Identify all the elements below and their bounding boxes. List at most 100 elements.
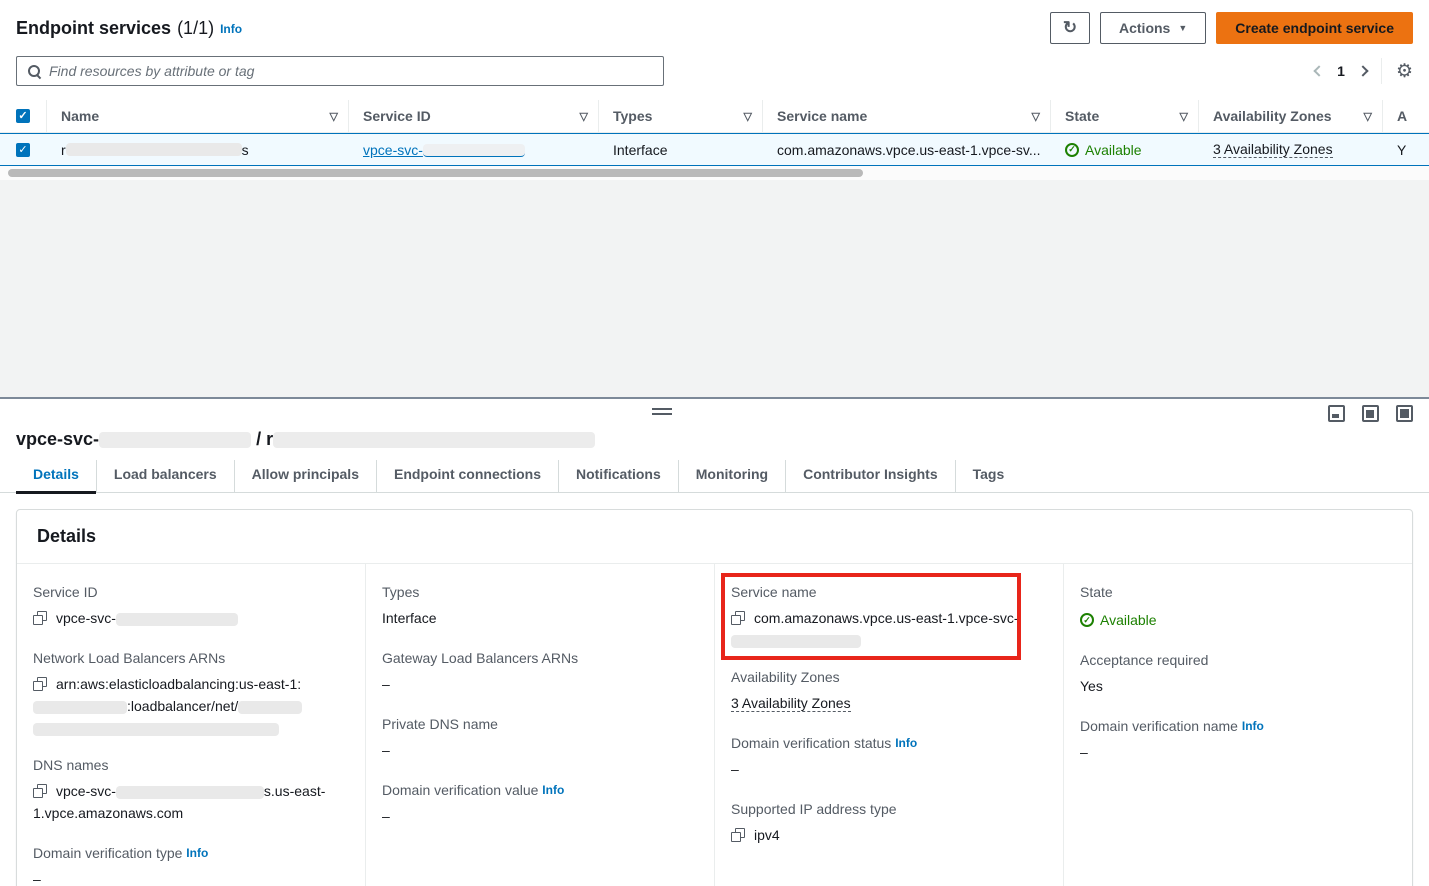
field-label: Availability Zones bbox=[731, 669, 1039, 685]
field-label: Types bbox=[382, 584, 690, 600]
search-input[interactable] bbox=[49, 63, 653, 79]
horizontal-scrollbar bbox=[0, 166, 1429, 180]
copy-icon[interactable] bbox=[33, 677, 47, 691]
resource-count: (1/1) bbox=[177, 18, 214, 39]
field-domain-verification-name: Domain verification name Info – bbox=[1080, 718, 1388, 763]
tab-details[interactable]: Details bbox=[16, 460, 96, 492]
field-label-text: Domain verification type bbox=[33, 845, 182, 861]
row-service-name-cell: com.amazonaws.vpce.us-east-1.vpce-sv... bbox=[762, 134, 1050, 165]
row-availability-zones-cell: 3 Availability Zones bbox=[1198, 134, 1382, 165]
tab-contributor-insights[interactable]: Contributor Insights bbox=[785, 460, 955, 492]
search-box[interactable] bbox=[16, 56, 664, 86]
panel-size-medium-icon[interactable] bbox=[1362, 405, 1379, 422]
previous-page-icon[interactable] bbox=[1313, 65, 1324, 76]
empty-value: – bbox=[382, 673, 690, 695]
tab-tags[interactable]: Tags bbox=[955, 460, 1022, 492]
filter-icon[interactable]: ▽ bbox=[1364, 110, 1372, 123]
column-label-name: Name bbox=[61, 108, 99, 124]
tab-endpoint-connections[interactable]: Endpoint connections bbox=[376, 460, 558, 492]
table-row[interactable]: ✓ rs vpce-svc- Interface com.amazonaws.v… bbox=[0, 133, 1429, 166]
copy-icon[interactable] bbox=[731, 828, 745, 842]
field-state: State ✓ Available bbox=[1080, 584, 1388, 631]
panel-size-small-icon[interactable] bbox=[1328, 405, 1345, 422]
empty-value: – bbox=[382, 739, 690, 761]
create-endpoint-service-button[interactable]: Create endpoint service bbox=[1216, 12, 1413, 44]
redacted-text bbox=[66, 143, 242, 156]
column-label-state: State bbox=[1065, 108, 1099, 124]
row-checkbox[interactable]: ✓ bbox=[16, 143, 30, 157]
info-link[interactable]: Info bbox=[542, 783, 564, 797]
tab-monitoring[interactable]: Monitoring bbox=[678, 460, 785, 492]
field-service-id: Service ID vpce-svc- bbox=[33, 584, 341, 629]
row-service-id-cell: vpce-svc- bbox=[348, 134, 598, 165]
table-body: ✓ rs vpce-svc- Interface com.amazonaws.v… bbox=[0, 133, 1429, 166]
row-service-name-value: com.amazonaws.vpce.us-east-1.vpce-sv... bbox=[777, 142, 1041, 158]
row-acceptance-cell: Y bbox=[1382, 134, 1429, 165]
endpoint-services-table: ✓ Name ▽ Service ID ▽ Types ▽ Service na… bbox=[0, 100, 1429, 180]
panel-size-large-icon[interactable] bbox=[1396, 405, 1413, 422]
ip-type-value: ipv4 bbox=[754, 827, 780, 843]
split-panel: vpce-svc- / r Details Load balancers All… bbox=[0, 397, 1429, 886]
service-name-text: com.amazonaws.vpce.us-east-1.vpce-svc- bbox=[754, 610, 1019, 626]
field-availability-zones: Availability Zones 3 Availability Zones bbox=[731, 669, 1039, 714]
field-private-dns-name: Private DNS name – bbox=[382, 716, 690, 761]
column-header-availability-zones: Availability Zones ▽ bbox=[1198, 100, 1382, 132]
preferences-gear-icon[interactable]: ⚙ bbox=[1396, 62, 1413, 81]
service-id-value: vpce-svc- bbox=[56, 610, 116, 626]
types-value: Interface bbox=[382, 607, 690, 629]
service-id-link[interactable]: vpce-svc- bbox=[363, 142, 525, 158]
selected-service-title: vpce-svc- / r bbox=[16, 429, 1429, 450]
select-all-checkbox[interactable]: ✓ bbox=[16, 109, 30, 123]
copy-icon[interactable] bbox=[33, 611, 47, 625]
details-card: Details Service ID vpce-svc- Network Loa… bbox=[16, 509, 1413, 886]
field-label: Domain verification type Info bbox=[33, 845, 341, 861]
horizontal-scrollbar-thumb[interactable] bbox=[8, 169, 863, 177]
filter-icon[interactable]: ▽ bbox=[1180, 110, 1188, 123]
copy-icon[interactable] bbox=[33, 784, 47, 798]
content-background bbox=[0, 180, 1429, 397]
column-label-types: Types bbox=[613, 108, 652, 124]
field-label: Supported IP address type bbox=[731, 801, 1039, 817]
availability-zones-popover-link[interactable]: 3 Availability Zones bbox=[1213, 141, 1333, 158]
filter-icon[interactable]: ▽ bbox=[330, 110, 338, 123]
actions-button[interactable]: Actions ▼ bbox=[1100, 12, 1206, 44]
field-label-text: Domain verification name bbox=[1080, 718, 1238, 734]
row-name-start: r bbox=[61, 142, 66, 158]
dns-text: s.us-east- bbox=[264, 783, 325, 799]
field-label: Service ID bbox=[33, 584, 341, 600]
info-link[interactable]: Info bbox=[895, 736, 917, 750]
tab-load-balancers[interactable]: Load balancers bbox=[96, 460, 234, 492]
row-state-cell: ✓ Available bbox=[1050, 134, 1198, 165]
title-info-link[interactable]: Info bbox=[220, 22, 242, 36]
field-label: State bbox=[1080, 584, 1388, 600]
field-label: Gateway Load Balancers ARNs bbox=[382, 650, 690, 666]
next-page-icon[interactable] bbox=[1357, 65, 1368, 76]
table-header-row: ✓ Name ▽ Service ID ▽ Types ▽ Service na… bbox=[0, 100, 1429, 133]
search-icon bbox=[27, 64, 41, 78]
empty-value: – bbox=[33, 868, 341, 886]
info-link[interactable]: Info bbox=[1242, 719, 1264, 733]
filter-icon[interactable]: ▽ bbox=[580, 110, 588, 123]
tab-allow-principals[interactable]: Allow principals bbox=[234, 460, 376, 492]
field-acceptance-required: Acceptance required Yes bbox=[1080, 652, 1388, 697]
copy-icon[interactable] bbox=[731, 611, 745, 625]
availability-zones-popover-link[interactable]: 3 Availability Zones bbox=[731, 695, 851, 712]
field-label: Network Load Balancers ARNs bbox=[33, 650, 341, 666]
field-label: Domain verification status Info bbox=[731, 735, 1039, 751]
filter-icon[interactable]: ▽ bbox=[1032, 110, 1040, 123]
info-link[interactable]: Info bbox=[186, 846, 208, 860]
filter-icon[interactable]: ▽ bbox=[744, 110, 752, 123]
tab-notifications[interactable]: Notifications bbox=[558, 460, 678, 492]
page-title-text: Endpoint services bbox=[16, 18, 171, 39]
field-label: Domain verification name Info bbox=[1080, 718, 1388, 734]
details-column-4: State ✓ Available Acceptance required Ye… bbox=[1063, 564, 1412, 886]
field-label: Service name bbox=[731, 584, 1039, 600]
column-header-state: State ▽ bbox=[1050, 100, 1198, 132]
arn-text: arn:aws:elasticloadbalancing:us-east- bbox=[56, 676, 289, 692]
split-panel-drag-handle-icon[interactable] bbox=[652, 408, 672, 415]
empty-value: – bbox=[382, 805, 690, 827]
refresh-button[interactable]: ↻ bbox=[1050, 12, 1090, 44]
current-page-number: 1 bbox=[1337, 63, 1345, 79]
split-panel-size-controls bbox=[1328, 405, 1413, 422]
field-dns-names: DNS names vpce-svc-s.us-east-1.vpce.amaz… bbox=[33, 757, 341, 824]
